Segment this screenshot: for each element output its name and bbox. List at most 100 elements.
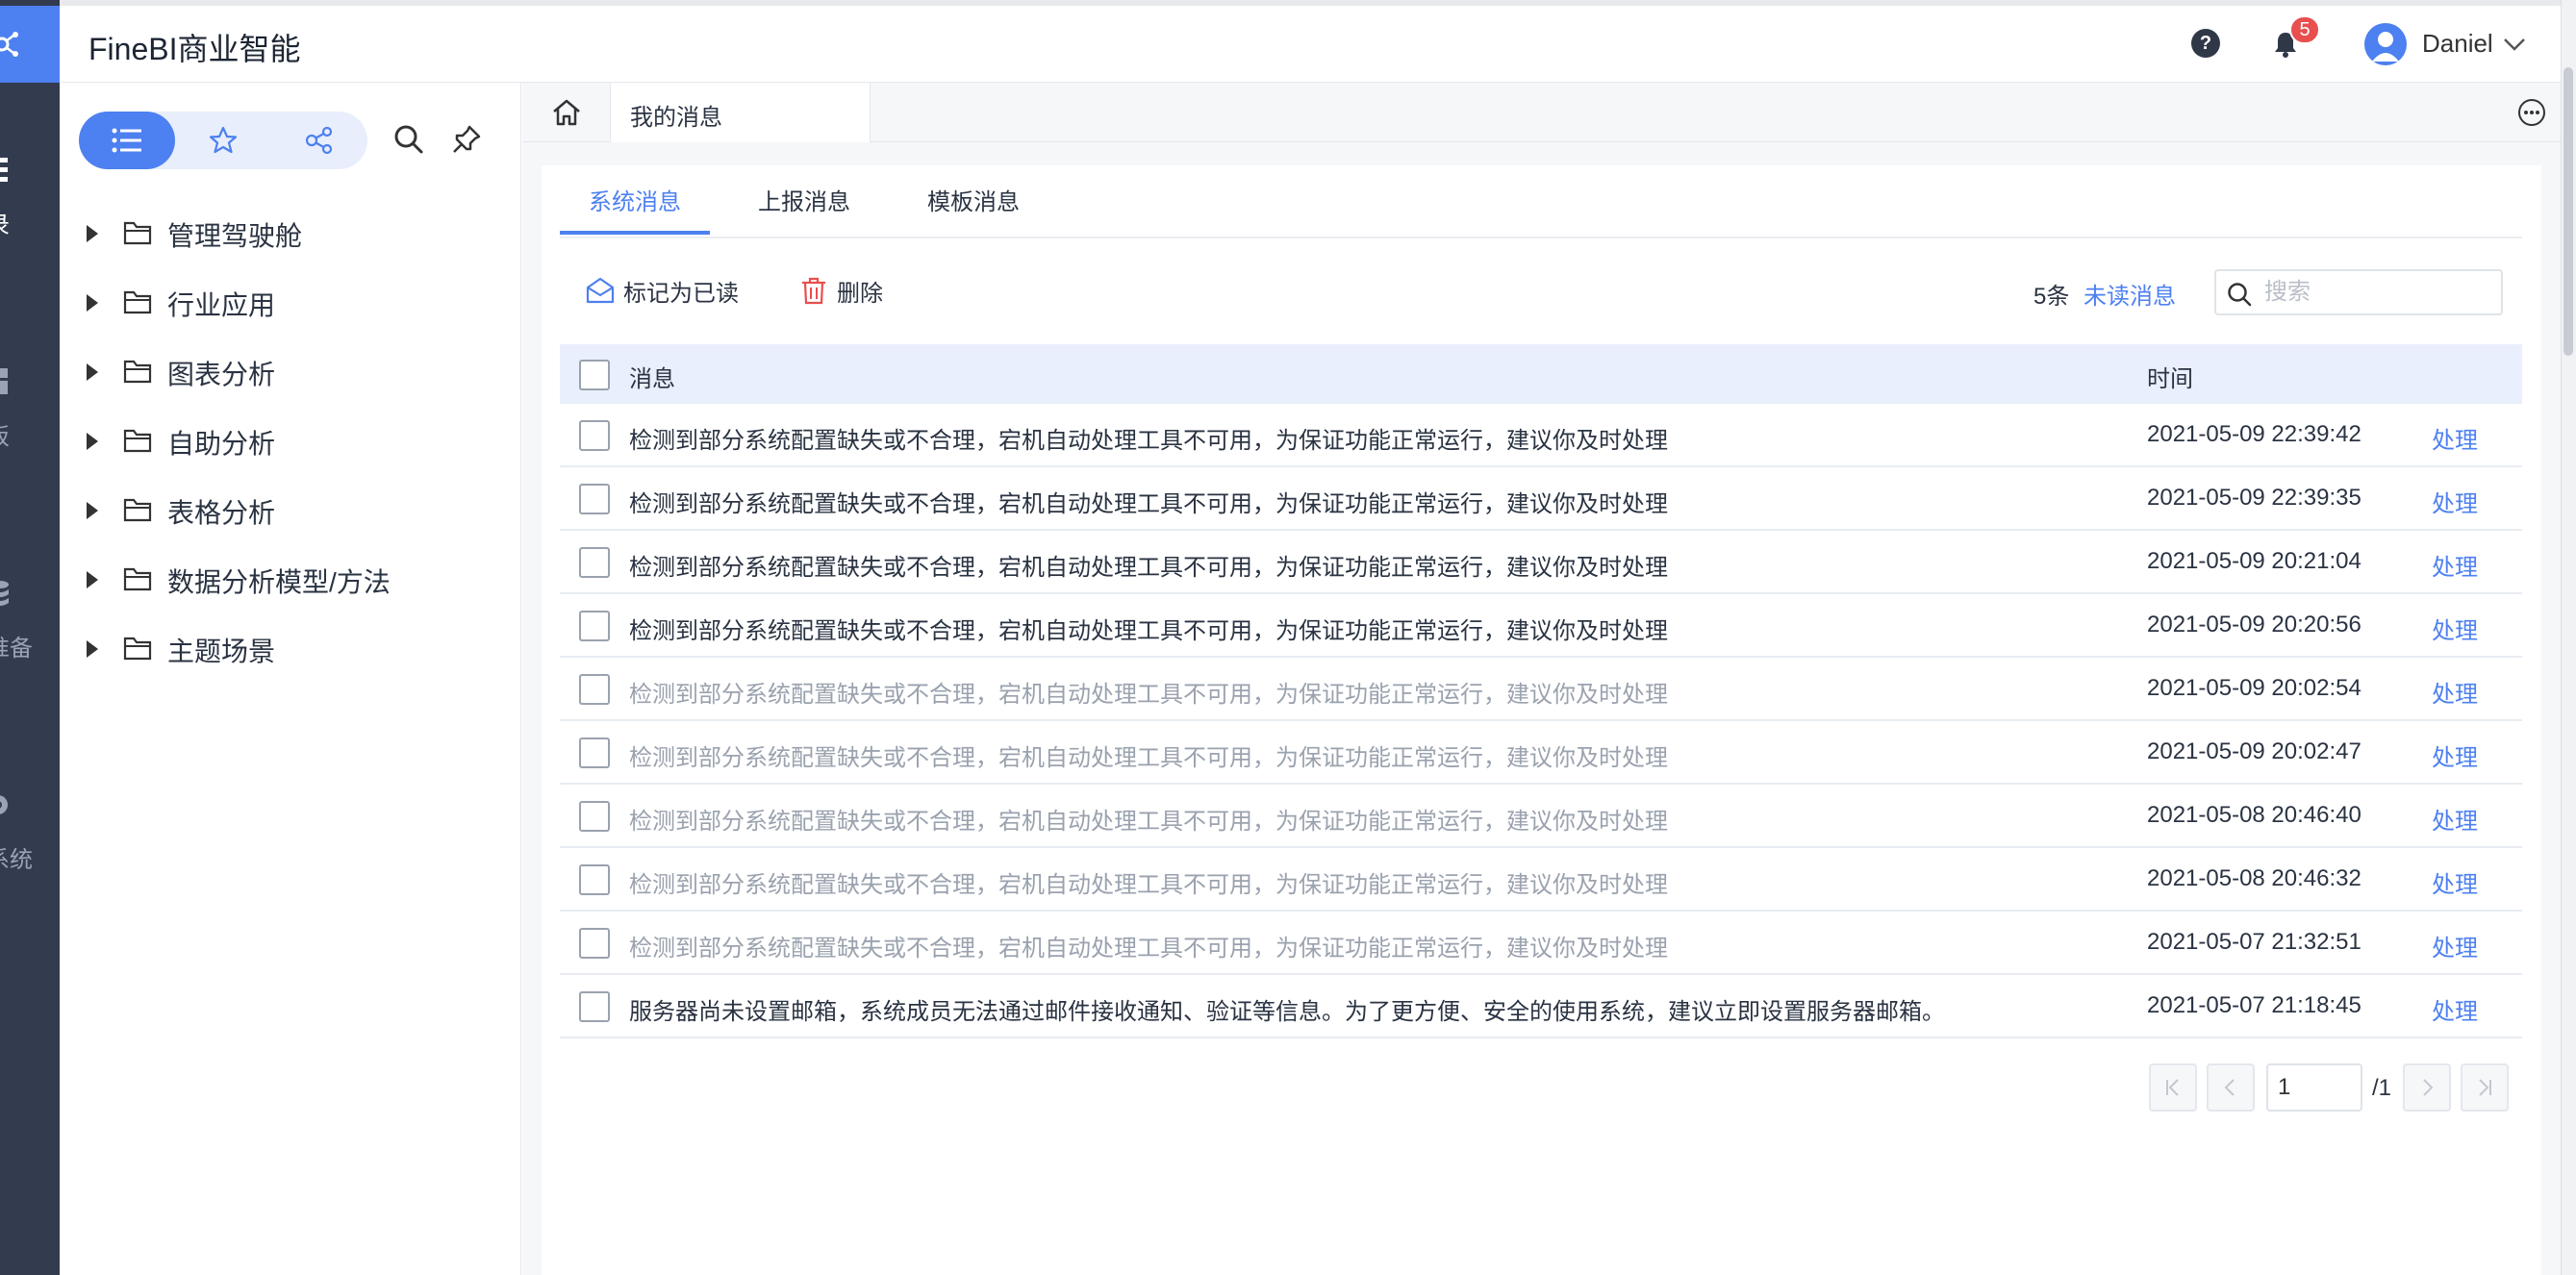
search-icon <box>2228 283 2252 307</box>
table-row: 检测到部分系统配置缺失或不合理，宕机自动处理工具不可用，为保证功能正常运行，建议… <box>560 721 2522 785</box>
handle-link[interactable]: 处理 <box>2432 929 2478 962</box>
notification-badge: 5 <box>2289 15 2320 44</box>
rail-item-system[interactable]: 系统 <box>0 788 60 904</box>
row-checkbox[interactable] <box>579 928 610 959</box>
messages-table: 消息 时间 检测到部分系统配置缺失或不合理，宕机自动处理工具不可用，为保证功能正… <box>560 344 2522 1038</box>
handle-link[interactable]: 处理 <box>2432 865 2478 899</box>
row-checkbox[interactable] <box>579 801 610 832</box>
user-name[interactable]: Daniel <box>2422 29 2493 59</box>
row-checkbox[interactable] <box>579 991 610 1022</box>
rail-item-label: 录 <box>0 206 10 239</box>
tree-item-label: 管理驾驶舱 <box>167 221 303 251</box>
rail-item-label: 准备 <box>0 636 33 662</box>
prev-page-button[interactable] <box>2207 1063 2255 1112</box>
tab-template-messages[interactable]: 模板消息 <box>927 183 1020 238</box>
handle-link[interactable]: 处理 <box>2432 612 2478 645</box>
caret-right-icon[interactable] <box>87 225 98 242</box>
system-gear-icon <box>0 795 8 814</box>
rail-item-data-prep[interactable]: 准备 <box>0 577 60 692</box>
tree-item[interactable]: 主题场景 <box>60 613 521 683</box>
user-avatar-icon <box>2372 32 2399 62</box>
favorites-button[interactable] <box>175 112 271 169</box>
handle-link[interactable]: 处理 <box>2432 675 2478 709</box>
share-icon <box>305 126 333 155</box>
page-total: /1 <box>2372 1075 2392 1101</box>
tab-report-messages[interactable]: 上报消息 <box>758 183 850 238</box>
select-all-checkbox[interactable] <box>579 360 610 390</box>
unread-messages-link[interactable]: 未读消息 <box>2084 277 2176 311</box>
handle-link[interactable]: 处理 <box>2432 802 2478 836</box>
envelope-open-icon <box>586 277 615 304</box>
tree-item-label: 图表分析 <box>167 360 276 389</box>
column-header-message: 消息 <box>629 366 675 392</box>
share-nodes-icon <box>0 32 18 57</box>
folder-icon <box>123 429 152 453</box>
row-checkbox[interactable] <box>579 611 610 641</box>
home-tab[interactable] <box>522 83 611 142</box>
caret-right-icon[interactable] <box>87 571 98 588</box>
caret-right-icon[interactable] <box>87 640 98 658</box>
tree-item[interactable]: 图表分析 <box>60 337 521 406</box>
handle-link[interactable]: 处理 <box>2432 485 2478 518</box>
handle-link[interactable]: 处理 <box>2432 992 2478 1026</box>
message-text: 检测到部分系统配置缺失或不合理，宕机自动处理工具不可用，为保证功能正常运行，建议… <box>629 682 1668 708</box>
tree-item[interactable]: 管理驾驶舱 <box>60 198 521 267</box>
caret-right-icon[interactable] <box>87 502 98 519</box>
tree-item-label: 数据分析模型/方法 <box>167 567 391 597</box>
window-scrollbar-thumb[interactable] <box>2563 67 2573 356</box>
message-text: 服务器尚未设置邮箱，系统成员无法通过邮件接收通知、验证等信息。为了更方便、安全的… <box>629 999 1945 1025</box>
handle-link[interactable]: 处理 <box>2432 738 2478 772</box>
tab-my-messages[interactable]: 我的消息 <box>611 83 871 142</box>
mark-as-read-button[interactable]: 标记为已读 <box>585 271 739 310</box>
caret-right-icon[interactable] <box>87 363 98 381</box>
row-checkbox[interactable] <box>579 484 610 514</box>
column-header-time: 时间 <box>2147 366 2193 392</box>
table-row: 检测到部分系统配置缺失或不合理，宕机自动处理工具不可用，为保证功能正常运行，建议… <box>560 848 2522 912</box>
handle-link[interactable]: 处理 <box>2432 421 2478 455</box>
pin-icon[interactable] <box>450 123 483 156</box>
row-checkbox[interactable] <box>579 738 610 768</box>
tree-item[interactable]: 行业应用 <box>60 267 521 337</box>
message-time: 2021-05-09 20:02:54 <box>2147 675 2361 701</box>
more-options-icon[interactable] <box>2517 98 2546 127</box>
page-number-input[interactable] <box>2266 1063 2362 1112</box>
message-time: 2021-05-08 20:46:32 <box>2147 865 2361 891</box>
page-tab-bar: 我的消息 <box>522 83 2561 142</box>
row-checkbox[interactable] <box>579 674 610 705</box>
message-text: 检测到部分系统配置缺失或不合理，宕机自动处理工具不可用，为保证功能正常运行，建议… <box>629 428 1668 454</box>
shared-button[interactable] <box>271 112 367 169</box>
delete-button[interactable]: 删除 <box>798 271 883 310</box>
folder-icon <box>123 567 152 591</box>
search-input[interactable] <box>2264 277 2495 308</box>
row-checkbox[interactable] <box>579 864 610 895</box>
handle-link[interactable]: 处理 <box>2432 548 2478 582</box>
tree-item[interactable]: 自助分析 <box>60 406 521 475</box>
row-checkbox[interactable] <box>579 547 610 578</box>
table-row: 检测到部分系统配置缺失或不合理，宕机自动处理工具不可用，为保证功能正常运行，建议… <box>560 912 2522 975</box>
caret-right-icon[interactable] <box>87 433 98 450</box>
first-page-button[interactable] <box>2149 1063 2197 1112</box>
rail-item-directory[interactable]: 录 <box>0 154 60 269</box>
tree-item[interactable]: 数据分析模型/方法 <box>60 544 521 613</box>
tree-item[interactable]: 表格分析 <box>60 475 521 544</box>
message-time: 2021-05-09 20:20:56 <box>2147 612 2361 638</box>
next-page-button[interactable] <box>2403 1063 2451 1112</box>
list-view-button[interactable] <box>79 112 175 169</box>
caret-right-icon[interactable] <box>87 294 98 312</box>
tab-label: 系统消息 <box>589 189 681 215</box>
chevron-down-icon[interactable] <box>2503 37 2526 52</box>
last-page-button[interactable] <box>2461 1063 2509 1112</box>
rail-item-dashboard[interactable]: 板 <box>0 365 60 481</box>
tree-item-label: 表格分析 <box>167 498 276 528</box>
avatar[interactable] <box>2364 23 2407 65</box>
table-row: 检测到部分系统配置缺失或不合理，宕机自动处理工具不可用，为保证功能正常运行，建议… <box>560 467 2522 531</box>
tab-label: 模板消息 <box>927 189 1020 215</box>
search-icon[interactable] <box>392 123 425 156</box>
message-text: 检测到部分系统配置缺失或不合理，宕机自动处理工具不可用，为保证功能正常运行，建议… <box>629 809 1668 835</box>
help-icon[interactable]: ? <box>2191 29 2220 58</box>
trash-icon <box>802 277 825 305</box>
rail-logo[interactable] <box>0 6 60 83</box>
row-checkbox[interactable] <box>579 420 610 451</box>
table-row: 检测到部分系统配置缺失或不合理，宕机自动处理工具不可用，为保证功能正常运行，建议… <box>560 785 2522 848</box>
mark-as-read-label: 标记为已读 <box>623 280 739 307</box>
